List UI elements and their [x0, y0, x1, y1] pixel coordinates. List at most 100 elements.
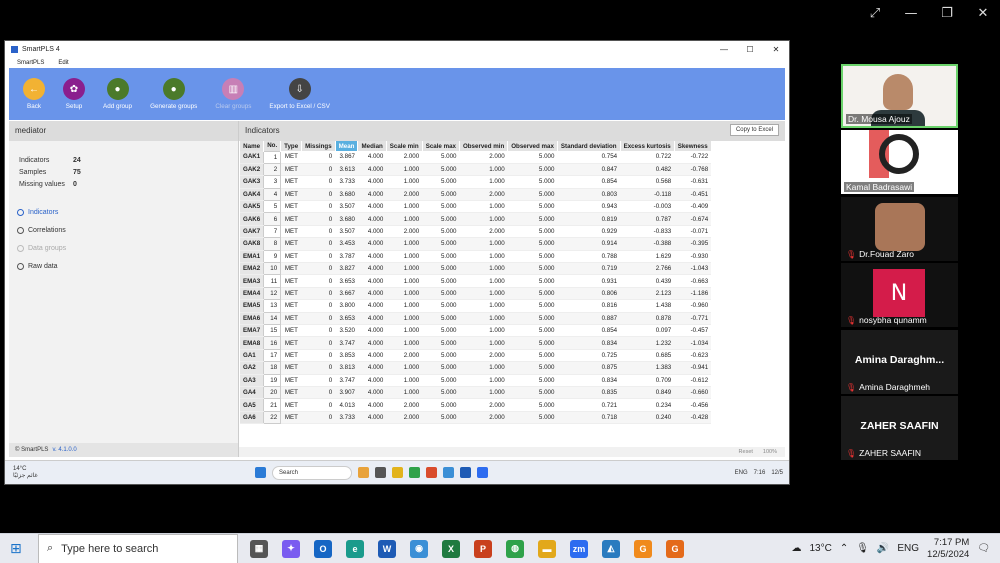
back-button[interactable]: ← Back [23, 78, 45, 110]
app-close-icon[interactable]: ✕ [763, 45, 789, 54]
photo-editor-icon[interactable]: ◭ [602, 539, 620, 558]
participant-tile[interactable]: Amina Daraghm... 🎙 Amina Daraghmeh [841, 330, 958, 394]
clock[interactable]: 7:17 PM 12/5/2024 [927, 537, 969, 561]
powerpoint-icon[interactable]: P [474, 539, 492, 558]
add-group-button[interactable]: ● Add group [103, 78, 132, 110]
edge-icon[interactable]: e [346, 539, 364, 558]
option-raw-data[interactable]: Raw data [17, 263, 230, 270]
column-header[interactable]: Missings [301, 141, 336, 151]
restore-icon[interactable]: ❐ [940, 6, 954, 21]
table-row[interactable]: GA4 20 MET 0 3.907 4.000 1.000 5.000 1.000 5.000 0… [240, 385, 712, 400]
shared-app-icon[interactable] [409, 467, 420, 478]
language-indicator[interactable]: ENG [897, 543, 919, 554]
table-row[interactable]: EMA7 15 MET 0 3.520 4.000 1.000 5.000 1.000 5.000… [240, 323, 712, 338]
copilot-icon[interactable]: ✦ [282, 539, 300, 558]
participant-tile[interactable]: ZAHER SAAFIN 🎙 ZAHER SAAFIN [841, 396, 958, 460]
explorer-icon[interactable]: ▬ [538, 539, 556, 558]
shared-app-icon[interactable] [443, 467, 454, 478]
option-label: Data groups [28, 245, 67, 252]
photos-icon[interactable]: ◉ [410, 539, 428, 558]
table-row[interactable]: GAK7 7 MET 0 3.507 4.000 2.000 5.000 2.000 5.000 0… [240, 224, 712, 239]
column-header[interactable]: Type [280, 141, 303, 151]
shared-app-icon[interactable] [358, 467, 369, 478]
table-cell: 3.733 [335, 175, 358, 189]
table-row[interactable]: GA2 18 MET 0 3.813 4.000 1.000 5.000 1.000 5.000 0… [240, 361, 712, 375]
app-minimize-icon[interactable]: — [711, 45, 737, 54]
zoom-icon[interactable]: zm [570, 539, 588, 558]
reset-button[interactable]: Reset [739, 449, 753, 455]
task-view-icon[interactable]: ▦ [250, 539, 268, 558]
shared-start-icon[interactable] [255, 467, 266, 478]
table-cell: 5.000 [422, 411, 460, 425]
option-correlations[interactable]: Correlations [17, 227, 230, 234]
windows-start-icon[interactable]: ⊞ [10, 541, 36, 557]
table-row[interactable]: GAK8 8 MET 0 3.453 4.000 1.000 5.000 1.000 5.000 0… [240, 237, 712, 251]
table-row[interactable]: GAK1 1 MET 0 3.867 4.000 2.000 5.000 2.000 5.000 0… [240, 150, 712, 164]
column-header[interactable]: Standard deviation [557, 141, 621, 151]
word-icon[interactable]: W [378, 539, 396, 558]
mic-icon[interactable]: 🎙 [856, 543, 869, 554]
option-label: Indicators [28, 209, 59, 216]
shared-search-box[interactable]: Search [272, 465, 352, 480]
minimize-icon[interactable]: — [904, 6, 918, 21]
volume-icon[interactable]: 🔊 [877, 543, 889, 554]
version-link[interactable]: v. 4.1.0.0 [52, 447, 76, 453]
table-cell: MET [280, 225, 302, 239]
outlook-icon[interactable]: O [314, 539, 332, 558]
table-row[interactable]: GAK2 2 MET 0 3.613 4.000 1.000 5.000 1.000 5.000 0… [240, 162, 712, 177]
table-row[interactable]: EMA3 11 MET 0 3.653 4.000 1.000 5.000 1.000 5.000… [240, 274, 712, 288]
copy-to-excel-button[interactable]: Copy to Excel [729, 124, 779, 136]
table-row[interactable]: GA6 22 MET 0 3.733 4.000 2.000 5.000 2.000 5.000 0… [240, 410, 712, 425]
setup-button[interactable]: ✿ Setup [63, 78, 85, 110]
table-row[interactable]: EMA4 12 MET 0 3.667 4.000 1.000 5.000 1.000 5.000… [240, 286, 712, 301]
participant-tile[interactable]: Kamal Badrasawi [841, 130, 958, 194]
table-row[interactable]: EMA5 13 MET 0 3.800 4.000 1.000 5.000 1.000 5.000… [240, 299, 712, 313]
table-row[interactable]: GAK4 4 MET 0 3.680 4.000 2.000 5.000 2.000 5.000 0… [240, 187, 712, 202]
column-header[interactable]: Median [357, 141, 387, 151]
table-row[interactable]: EMA2 10 MET 0 3.827 4.000 1.000 5.000 1.000 5.000… [240, 261, 712, 276]
menu-edit[interactable]: Edit [58, 60, 68, 66]
smartpls-active-icon[interactable]: G [666, 539, 684, 558]
participant-tile[interactable]: 🎙 Dr.Fouad Zaro [841, 197, 958, 261]
fullscreen-icon[interactable]: ⤢ [868, 6, 882, 21]
shared-app-icon[interactable] [392, 467, 403, 478]
column-header[interactable]: Observed max [507, 141, 558, 151]
column-header[interactable]: Mean [335, 141, 359, 151]
column-header[interactable]: Scale max [422, 141, 460, 151]
column-header[interactable]: Name [240, 141, 265, 151]
participant-tile[interactable]: Dr. Mousa Ajouz [841, 64, 958, 128]
smartpls-icon[interactable]: G [634, 539, 652, 558]
column-header[interactable]: Skewness [674, 141, 712, 151]
table-row[interactable]: GA5 21 MET 0 4.013 4.000 2.000 5.000 2.000 5.000 0… [240, 398, 712, 412]
column-header[interactable]: Excess kurtosis [620, 141, 675, 151]
shared-app-icon[interactable] [426, 467, 437, 478]
app-maximize-icon[interactable]: ☐ [737, 45, 763, 54]
column-header[interactable]: No. [263, 141, 282, 151]
table-row[interactable]: GAK6 6 MET 0 3.680 4.000 1.000 5.000 1.000 5.000 0… [240, 212, 712, 226]
export-to-excel-csv-button[interactable]: ⇩ Export to Excel / CSV [269, 78, 330, 110]
participant-tile[interactable]: N 🎙 nosybha qunamm [841, 263, 958, 327]
taskbar-search-box[interactable]: ⌕ Type here to search [38, 533, 238, 563]
table-cell: GA4 [240, 386, 264, 400]
table-row[interactable]: EMA8 16 MET 0 3.747 4.000 1.000 5.000 1.000 5.000… [240, 336, 712, 350]
menu-smartpls[interactable]: SmartPLS [17, 60, 44, 66]
excel-icon[interactable]: X [442, 539, 460, 558]
chevron-up-icon[interactable]: ⌃ [840, 543, 848, 554]
table-row[interactable]: EMA1 9 MET 0 3.787 4.000 1.000 5.000 1.000 5.000 0… [240, 249, 712, 264]
table-row[interactable]: GAK3 3 MET 0 3.733 4.000 1.000 5.000 1.000 5.000 0… [240, 175, 712, 189]
chrome-icon[interactable]: ◍ [506, 539, 524, 558]
close-icon[interactable]: ✕ [976, 6, 990, 21]
table-row[interactable]: GA1 17 MET 0 3.853 4.000 2.000 5.000 2.000 5.000 0… [240, 348, 712, 363]
shared-app-icon[interactable] [460, 467, 471, 478]
column-header[interactable]: Observed min [459, 141, 509, 151]
table-row[interactable]: EMA6 14 MET 0 3.653 4.000 1.000 5.000 1.000 5.000… [240, 311, 712, 325]
table-row[interactable]: GAK5 5 MET 0 3.507 4.000 1.000 5.000 1.000 5.000 0… [240, 200, 712, 214]
generate-groups-button[interactable]: ● Generate groups [150, 78, 197, 110]
table-row[interactable]: GA3 19 MET 0 3.747 4.000 1.000 5.000 1.000 5.000 0… [240, 373, 712, 387]
column-header[interactable]: Scale min [386, 141, 423, 151]
shared-app-icon[interactable] [375, 467, 386, 478]
participant-name: 🎙 Amina Daraghmeh [846, 382, 931, 392]
shared-app-icon[interactable] [477, 467, 488, 478]
option-indicators[interactable]: Indicators [17, 209, 230, 216]
notifications-icon[interactable]: 🗨 [977, 543, 990, 554]
